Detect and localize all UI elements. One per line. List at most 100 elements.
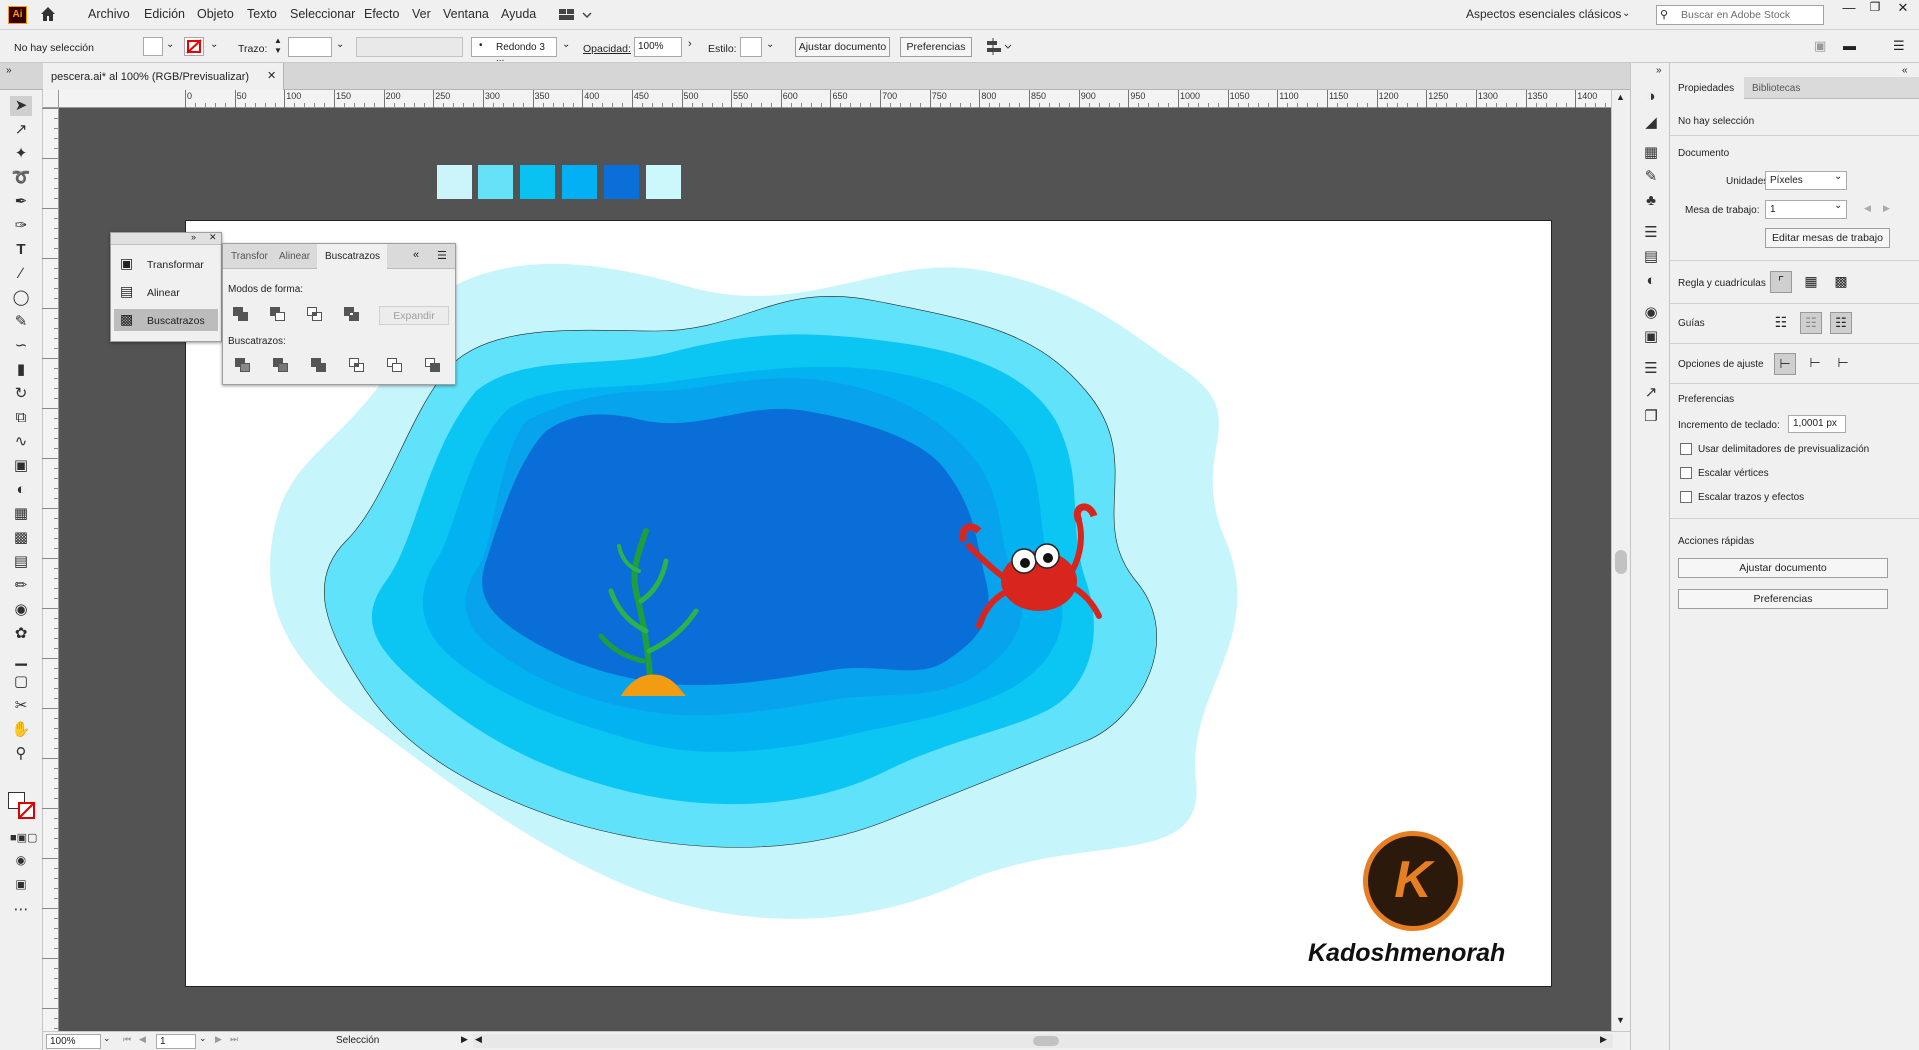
color-guide-icon[interactable]: ◢ [1640,113,1662,133]
eraser-tool-icon[interactable]: ▮ [10,360,32,380]
keyboard-increment-field[interactable]: 1,0001 px [1788,415,1846,433]
stroke-dropdown-icon[interactable]: ⌄ [210,39,218,50]
style-swatch[interactable] [740,37,762,57]
home-icon[interactable] [38,4,58,24]
exclude-button[interactable] [344,307,360,322]
arrange-icon[interactable]: ▬ [1843,38,1856,53]
brushes-panel-icon[interactable]: ✎ [1640,167,1662,187]
panel-menu-icon[interactable]: ☰ [437,249,447,262]
zoom-field[interactable]: 100% [46,1034,101,1049]
color-swatch[interactable] [520,165,555,199]
slice-tool-icon[interactable]: ✂ [10,696,32,716]
scale-tool-icon[interactable]: ⧉ [10,408,32,428]
crop-button[interactable] [349,358,365,373]
rotate-tool-icon[interactable]: ↻ [10,384,32,404]
line-tool-icon[interactable]: ∕ [10,264,32,284]
lock-guides-icon[interactable]: ☷ [1800,312,1822,334]
menu-efecto[interactable]: Efecto [364,7,399,21]
smart-guides-icon[interactable]: ☷ [1830,312,1852,334]
screen-mode-icon[interactable]: ▣ [10,874,32,894]
stroke-weight-dropdown-icon[interactable]: ⌄ [336,39,344,50]
close-tab-icon[interactable]: ✕ [267,69,276,82]
units-dropdown-icon[interactable]: ⌄ [1834,171,1842,182]
menu-archivo[interactable]: Archivo [88,7,130,21]
panel-item-transformar[interactable]: ▣ Transformar [114,253,218,275]
brush-dropdown-icon[interactable]: ⌄ [562,39,570,50]
color-swatch[interactable] [437,165,472,199]
collapse-panel-icon[interactable]: « [413,249,419,261]
tab-buscatrazos[interactable]: Buscatrazos [317,244,387,269]
expand-button[interactable]: Expandir [379,306,449,325]
free-transform-tool-icon[interactable]: ▣ [10,456,32,476]
tab-propiedades[interactable]: Propiedades [1670,77,1744,99]
fill-stroke-control[interactable] [6,780,38,820]
transparency-grid-icon[interactable]: ▩ [1830,271,1852,293]
fit-document-button[interactable]: Ajustar documento [795,37,890,57]
minus-back-button[interactable] [425,358,441,373]
divide-button[interactable] [235,358,251,373]
gradient-panel-icon[interactable]: ▤ [1640,247,1662,267]
artboards-panel-icon[interactable]: ❐ [1640,407,1662,427]
tab-bibliotecas[interactable]: Bibliotecas [1752,83,1800,94]
menu-seleccionar[interactable]: Seleccionar [290,7,355,21]
use-preview-bounds-checkbox[interactable] [1680,443,1692,455]
document-tab[interactable]: pescera.ai* al 100% (RGB/Previsualizar) … [43,63,284,90]
color-swatch[interactable] [478,165,513,199]
scroll-thumb[interactable] [1615,550,1627,574]
collapse-toolbar-icon[interactable]: » [6,65,12,76]
status-menu-icon[interactable]: ▶ [461,1034,468,1045]
drawing-mode-icon[interactable]: ◉ [10,850,32,870]
fill-dropdown-icon[interactable]: ⌄ [166,39,174,50]
grid-toggle-icon[interactable]: ▦ [1800,271,1822,293]
canvas-area[interactable]: K Kadoshmenorah » ✕ ▣ Transformar ▤ Alin… [59,108,1611,1031]
menu-ventana[interactable]: Ventana [443,7,489,21]
scroll-down-icon[interactable]: ▼ [1616,1015,1625,1025]
menu-texto[interactable]: Texto [247,7,277,21]
color-panel-icon[interactable]: ◑ [1640,87,1662,107]
transparency-panel-icon[interactable]: ◐ [1640,271,1662,291]
align-options-icon[interactable] [985,37,1015,57]
fill-swatch[interactable] [143,37,163,56]
type-tool-icon[interactable]: T [10,240,32,260]
stroke-panel-icon[interactable]: ☰ [1640,223,1662,243]
perspective-grid-tool-icon[interactable]: ▦ [10,504,32,524]
opacity-label[interactable]: Opacidad: [583,43,631,55]
opacity-field[interactable]: 100% [634,37,682,57]
trim-button[interactable] [273,358,289,373]
scroll-up-icon[interactable]: ▲ [1616,92,1625,102]
horizontal-scrollbar[interactable]: ◀ ▶ [473,1034,1613,1048]
swatches-panel-icon[interactable]: ▦ [1640,143,1662,163]
appearance-panel-icon[interactable]: ◉ [1640,303,1662,323]
stroke-swatch[interactable] [184,37,204,56]
arrange-documents-icon[interactable] [558,6,594,24]
panel-menu-icon[interactable]: ☰ [1893,38,1905,54]
close-panel-icon[interactable]: ✕ [209,232,217,243]
ellipse-tool-icon[interactable]: ◯ [10,288,32,308]
eyedropper-tool-icon[interactable]: ✏ [10,576,32,596]
color-swatch[interactable] [604,165,639,199]
ruler-toggle-icon[interactable]: ⌜ [1770,271,1792,293]
style-dropdown-icon[interactable]: ⌄ [766,39,774,50]
expand-panel-icon[interactable]: » [191,232,196,242]
minus-front-button[interactable] [270,307,286,322]
artboard-number-field[interactable]: 1 [156,1034,196,1049]
tab-alinear[interactable]: Alinear [279,251,310,262]
menu-edicion[interactable]: Edición [144,7,185,21]
mesh-tool-icon[interactable]: ▩ [10,528,32,548]
symbols-panel-icon[interactable]: ♣ [1640,191,1662,211]
color-swatch[interactable] [646,165,681,199]
search-field[interactable]: ⚲ Buscar en Adobe Stock [1656,5,1824,25]
scroll-right-icon[interactable]: ▶ [1600,1034,1607,1045]
snap-to-pixel-icon[interactable]: ⊢ [1804,353,1826,375]
minimize-button[interactable]: — [1836,0,1862,20]
shaper-tool-icon[interactable]: ∽ [10,336,32,356]
column-graph-tool-icon[interactable]: ▁ [10,648,32,668]
quick-preferences-button[interactable]: Preferencias [1678,589,1888,609]
chevron-down-icon[interactable]: ⌄ [1622,8,1630,19]
edit-artboards-button[interactable]: Editar mesas de trabajo [1765,228,1890,248]
panel-drag-bar[interactable]: » ✕ [111,232,221,245]
pen-tool-icon[interactable]: ✒ [10,192,32,212]
vertical-scrollbar[interactable]: ▲ ▼ [1611,90,1630,1031]
workspace-switcher[interactable]: Aspectos esenciales clásicos [1466,7,1621,21]
gradient-tool-icon[interactable]: ▤ [10,552,32,572]
